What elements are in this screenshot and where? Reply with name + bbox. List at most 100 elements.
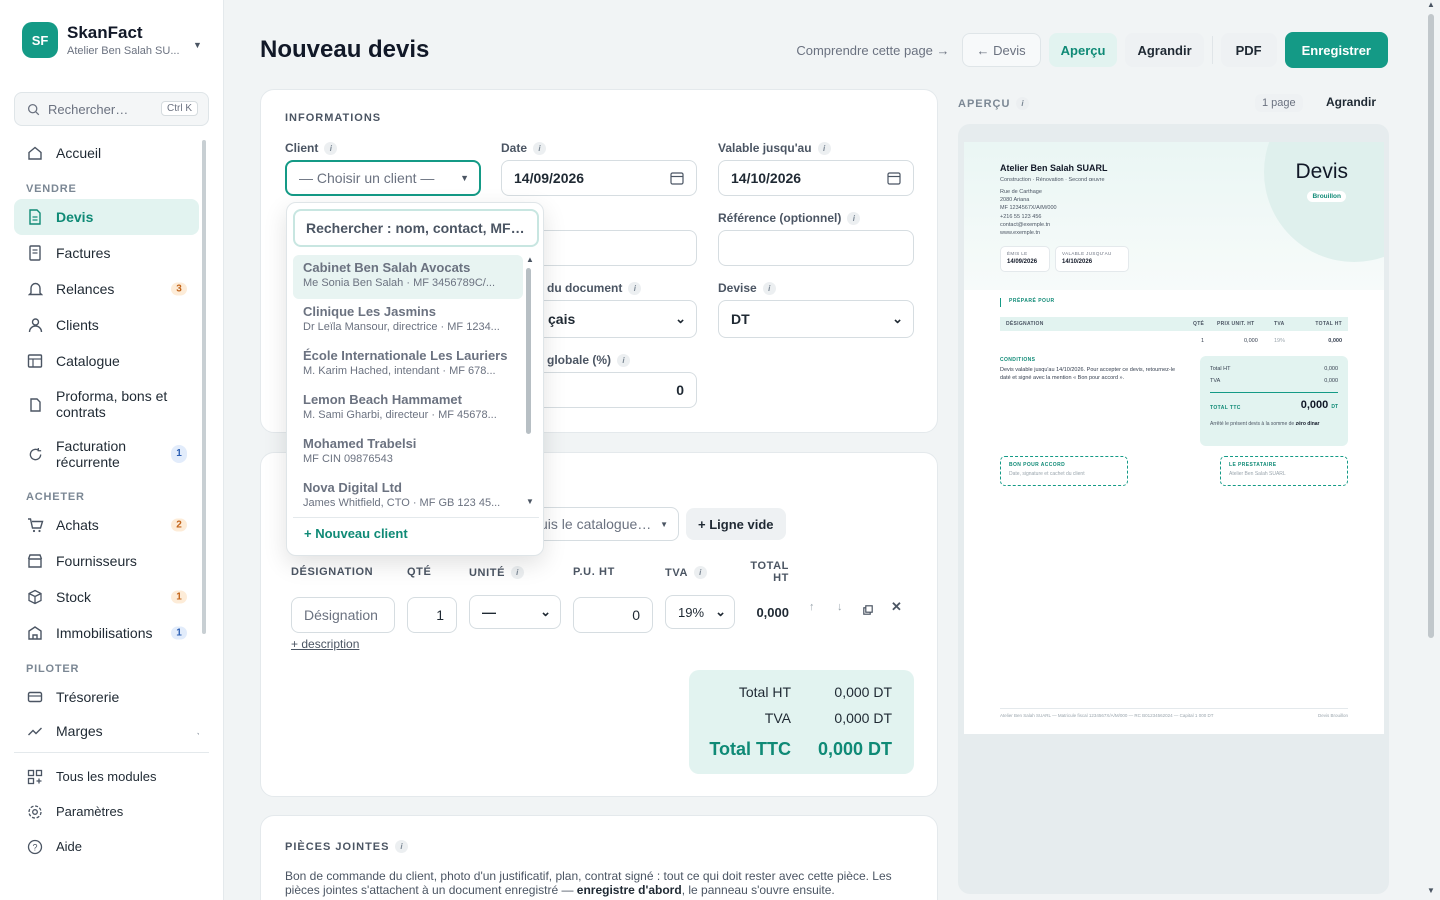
doc-col: TVA <box>1274 321 1285 327</box>
understand-page-link[interactable]: Comprendre cette page → <box>796 43 949 58</box>
document-language-label: du document i <box>547 281 642 295</box>
client-option[interactable]: Mohamed Trabelsi MF CIN 09876543 <box>293 431 523 475</box>
sidebar-item-purchases[interactable]: Achats 2 <box>14 507 199 543</box>
label-line-1: Facturation <box>56 438 127 454</box>
sum-divider <box>1210 392 1338 393</box>
sidebar-item-all-modules[interactable]: Tous les modules <box>14 759 209 794</box>
sidebar-item-label: Aide <box>56 839 83 854</box>
label-line-1: Proforma, bons et <box>56 388 168 404</box>
preview-toggle-button[interactable]: Aperçu <box>1048 33 1118 67</box>
sidebar-item-treasury[interactable]: Trésorerie <box>14 679 199 715</box>
doc-provider-box: LE PRESTATAIRE Atelier Ben Salah SUARL <box>1220 456 1348 486</box>
calendar-icon[interactable] <box>670 171 684 185</box>
unit-price-input[interactable]: 0 <box>573 597 653 633</box>
address-line: +216 55 123 456 <box>1000 213 1042 220</box>
scroll-up-icon[interactable]: ▲ <box>526 255 534 264</box>
client-option[interactable]: Lemon Beach Hammamet M. Sami Gharbi, dire… <box>293 387 523 431</box>
client-option[interactable]: Cabinet Ben Salah Avocats Me Sonia Ben Sa… <box>293 255 523 299</box>
sidebar-item-catalog[interactable]: Catalogue <box>14 343 199 379</box>
pdf-button[interactable]: PDF <box>1220 33 1277 67</box>
cart-icon <box>26 516 44 534</box>
info-icon[interactable]: i <box>817 141 831 155</box>
move-up-icon[interactable]: ↑ <box>809 601 815 613</box>
client-option[interactable]: École Internationale Les Lauriers M. Kari… <box>293 343 523 387</box>
info-icon[interactable]: i <box>762 281 776 295</box>
unit-select[interactable]: — ⌄ <box>469 595 561 629</box>
page-scroll-up-icon[interactable]: ▲ <box>1427 0 1435 9</box>
client-dropdown-scrollbar[interactable] <box>526 268 531 434</box>
tva-select[interactable]: 19% ⌄ <box>665 595 735 629</box>
page-scroll-down-icon[interactable]: ▼ <box>1427 886 1435 895</box>
valid-until-input[interactable]: 14/10/2026 <box>718 160 914 196</box>
page-scrollbar[interactable] <box>1428 14 1434 638</box>
info-icon[interactable]: i <box>511 566 524 579</box>
designation-input[interactable]: Désignation <box>291 597 395 633</box>
info-icon[interactable]: i <box>847 211 861 225</box>
currency-select[interactable]: DT ⌄ <box>718 300 914 338</box>
add-empty-line-button[interactable]: + Ligne vide <box>686 508 786 540</box>
col-unit: UNITÉ i <box>469 566 524 579</box>
chevron-down-icon: ⌄ <box>715 604 726 619</box>
info-icon[interactable]: i <box>617 353 631 367</box>
sidebar-item-margins[interactable]: Marges ⌄ <box>14 715 199 747</box>
date-label: Date i <box>501 141 547 155</box>
client-option-detail: Dr Leïla Mansour, directrice · MF 1234..… <box>303 321 500 333</box>
preview-enlarge-button[interactable]: Agrandir <box>1326 95 1376 109</box>
enlarge-button[interactable]: Agrandir <box>1125 33 1204 67</box>
sidebar-item-label: Proforma, bons et contrats <box>56 388 167 420</box>
client-search-input[interactable]: Rechercher : nom, contact, MF… <box>293 209 539 247</box>
address-line: www.exemple.tn <box>1000 230 1041 237</box>
sum-currency: DT <box>1331 404 1338 410</box>
sidebar-item-stock[interactable]: Stock 1 <box>14 579 199 615</box>
help-icon: ? <box>26 838 44 856</box>
info-icon[interactable]: i <box>395 840 409 853</box>
back-to-quotes-button[interactable]: ← Devis <box>961 33 1041 67</box>
doc-tagline: Construction · Rénovation · Second œuvre <box>1000 177 1105 183</box>
stock-count-badge: 1 <box>171 590 187 604</box>
sidebar-item-settings[interactable]: Paramètres <box>14 794 209 829</box>
company-caret-icon[interactable]: ▼ <box>193 40 202 50</box>
sidebar-item-quotes[interactable]: Devis <box>14 199 199 235</box>
duplicate-icon[interactable] <box>863 602 873 620</box>
client-select[interactable]: — Choisir un client — ▼ <box>285 160 481 196</box>
add-description-link[interactable]: + description <box>291 637 359 651</box>
sidebar-item-proforma[interactable]: Proforma, bons et contrats <box>14 379 199 429</box>
help-line-1: Bon de commande du client, photo d'un ju… <box>285 869 892 883</box>
client-option[interactable]: Clinique Les Jasmins Dr Leïla Mansour, di… <box>293 299 523 343</box>
global-discount-label: globale (%) i <box>547 353 631 367</box>
client-option-detail: M. Karim Hached, intendant · MF 678... <box>303 365 496 377</box>
save-button[interactable]: Enregistrer <box>1284 32 1388 68</box>
sidebar-item-assets[interactable]: Immobilisations 1 <box>14 615 199 651</box>
calendar-icon[interactable] <box>887 171 901 185</box>
search-shortcut: Ctrl K <box>161 101 198 116</box>
building-icon <box>26 624 44 642</box>
info-icon[interactable]: i <box>1016 97 1030 110</box>
sidebar-item-home[interactable]: Accueil <box>14 135 199 171</box>
move-down-icon[interactable]: ↓ <box>837 601 843 613</box>
doc-cell: 19% <box>1274 338 1286 344</box>
client-option[interactable]: Nova Digital Ltd James Whitfield, CTO · M… <box>293 475 523 519</box>
scroll-down-icon[interactable]: ▼ <box>526 497 534 506</box>
info-icon[interactable]: i <box>693 566 707 579</box>
doc-col: TOTAL HT <box>1315 321 1342 327</box>
sidebar-item-recurring[interactable]: Facturation récurrente 1 <box>14 429 199 479</box>
new-client-button[interactable]: + Nouveau client <box>293 517 539 549</box>
sidebar-scrollbar[interactable] <box>202 140 206 634</box>
reference-input[interactable] <box>718 230 914 266</box>
info-icon[interactable]: i <box>628 281 642 295</box>
info-icon[interactable]: i <box>533 141 547 155</box>
date-input[interactable]: 14/09/2026 <box>501 160 697 196</box>
qty-input[interactable]: 1 <box>407 597 457 633</box>
sidebar-item-invoices[interactable]: Factures <box>14 235 199 271</box>
info-icon[interactable]: i <box>324 141 338 155</box>
delete-line-icon[interactable]: ✕ <box>891 599 902 615</box>
sidebar-item-label: Immobilisations <box>56 625 153 641</box>
sidebar-item-help[interactable]: ? Aide <box>14 829 209 864</box>
sidebar-item-suppliers[interactable]: Fournisseurs <box>14 543 199 579</box>
tva-total-label: TVA <box>764 710 791 726</box>
sidebar-item-reminders[interactable]: Relances 3 <box>14 271 199 307</box>
sidebar-item-clients[interactable]: Clients <box>14 307 199 343</box>
attachments-card: PIÈCES JOINTES i Bon de commande du clien… <box>260 815 938 900</box>
brand-switcher[interactable]: SF SkanFact Atelier Ben Salah SU... <box>22 22 185 58</box>
sidebar-search[interactable]: Rechercher… Ctrl K <box>14 92 209 126</box>
